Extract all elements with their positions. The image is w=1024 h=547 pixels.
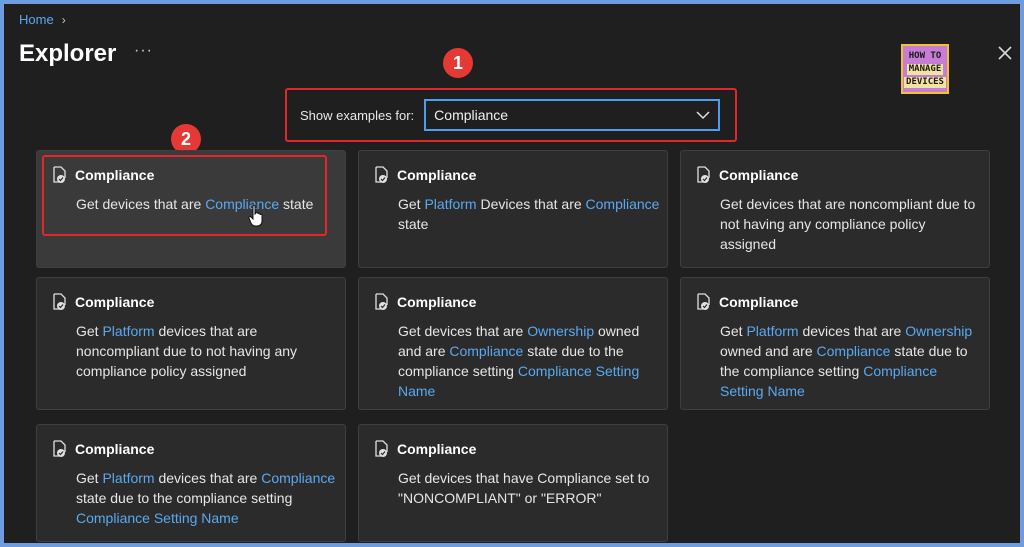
chevron-right-icon: › bbox=[61, 12, 66, 27]
description-text: Get devices that are bbox=[398, 323, 528, 339]
placeholder-token: Platform bbox=[746, 323, 799, 339]
card-title: Compliance bbox=[75, 441, 155, 457]
explorer-panel: Home › Explorer ··· HOW TO MANAGE DEVICE… bbox=[4, 4, 1020, 543]
card-header: Compliance bbox=[373, 293, 476, 311]
placeholder-token: Compliance bbox=[261, 470, 336, 486]
description-text: state bbox=[398, 216, 429, 232]
more-options-button[interactable]: ··· bbox=[134, 42, 153, 60]
description-text: Devices that are bbox=[476, 196, 586, 212]
chevron-down-icon bbox=[696, 111, 710, 120]
hand-cursor-icon bbox=[248, 204, 263, 227]
close-icon[interactable] bbox=[994, 42, 1016, 64]
compliance-document-icon bbox=[375, 440, 388, 457]
card-title: Compliance bbox=[397, 294, 477, 310]
dropdown-selected-value: Compliance bbox=[434, 107, 509, 123]
description-text: devices that are bbox=[154, 470, 262, 486]
card-title: Compliance bbox=[397, 441, 477, 457]
card-title: Compliance bbox=[397, 167, 477, 183]
card-header: Compliance bbox=[373, 440, 476, 458]
description-text: Get bbox=[76, 323, 103, 339]
example-card-8[interactable]: Compliance Get devices that have Complian… bbox=[358, 424, 668, 542]
placeholder-token: Compliance Setting Name bbox=[76, 510, 239, 526]
description-text: Get bbox=[720, 323, 747, 339]
placeholder-token: Compliance bbox=[449, 343, 524, 359]
compliance-document-icon bbox=[53, 440, 66, 457]
placeholder-token: Ownership bbox=[905, 323, 973, 339]
description-text: Get devices that have Compliance set to … bbox=[398, 470, 650, 506]
compliance-document-icon bbox=[697, 166, 710, 183]
placeholder-token: Compliance bbox=[816, 343, 891, 359]
card-description: Get devices that are Ownership owned and… bbox=[398, 321, 660, 401]
card-title: Compliance bbox=[719, 167, 799, 183]
placeholder-token: Platform bbox=[102, 323, 155, 339]
card-title: Compliance bbox=[75, 294, 155, 310]
description-text: Get bbox=[76, 470, 103, 486]
description-text: state due to the compliance setting bbox=[76, 490, 293, 506]
description-text: Get devices that are noncompliant due to… bbox=[720, 196, 976, 252]
annotation-badge-1: 1 bbox=[443, 48, 473, 78]
description-text: devices that are bbox=[798, 323, 906, 339]
placeholder-token: Compliance bbox=[585, 196, 660, 212]
how-to-manage-devices-logo: HOW TO MANAGE DEVICES bbox=[901, 44, 949, 94]
card-header: Compliance bbox=[51, 293, 154, 311]
card-description: Get devices that have Compliance set to … bbox=[398, 468, 660, 508]
examples-selector-row: Show examples for: Compliance bbox=[285, 88, 737, 142]
examples-selector-label: Show examples for: bbox=[300, 107, 415, 123]
compliance-document-icon bbox=[53, 293, 66, 310]
example-card-3[interactable]: Compliance Get devices that are noncompli… bbox=[680, 150, 990, 268]
card-description: Get devices that are noncompliant due to… bbox=[720, 194, 982, 254]
compliance-document-icon bbox=[375, 293, 388, 310]
example-card-7[interactable]: Compliance Get Platform devices that are … bbox=[36, 424, 346, 542]
example-card-2[interactable]: Compliance Get Platform Devices that are … bbox=[358, 150, 668, 268]
example-card-6[interactable]: Compliance Get Platform devices that are … bbox=[680, 277, 990, 410]
card-description: Get Platform devices that are Compliance… bbox=[76, 468, 338, 528]
annotation-highlight-box bbox=[42, 155, 327, 236]
description-text: Get bbox=[398, 196, 425, 212]
card-header: Compliance bbox=[51, 440, 154, 458]
card-header: Compliance bbox=[373, 166, 476, 184]
card-description: Get Platform Devices that are Compliance… bbox=[398, 194, 660, 234]
examples-category-dropdown[interactable]: Compliance bbox=[424, 99, 721, 131]
compliance-document-icon bbox=[375, 166, 388, 183]
example-card-4[interactable]: Compliance Get Platform devices that are … bbox=[36, 277, 346, 410]
breadcrumb: Home › bbox=[19, 12, 66, 27]
card-header: Compliance bbox=[695, 293, 798, 311]
card-header: Compliance bbox=[695, 166, 798, 184]
placeholder-token: Platform bbox=[424, 196, 477, 212]
card-description: Get Platform devices that are noncomplia… bbox=[76, 321, 338, 381]
placeholder-token: Platform bbox=[102, 470, 155, 486]
card-description: Get Platform devices that are Ownership … bbox=[720, 321, 982, 401]
example-card-5[interactable]: Compliance Get devices that are Ownership… bbox=[358, 277, 668, 410]
compliance-document-icon bbox=[697, 293, 710, 310]
breadcrumb-home-link[interactable]: Home bbox=[19, 12, 54, 27]
description-text: owned and are bbox=[720, 343, 817, 359]
placeholder-token: Ownership bbox=[527, 323, 595, 339]
page-title: Explorer bbox=[19, 40, 117, 67]
card-title: Compliance bbox=[719, 294, 799, 310]
